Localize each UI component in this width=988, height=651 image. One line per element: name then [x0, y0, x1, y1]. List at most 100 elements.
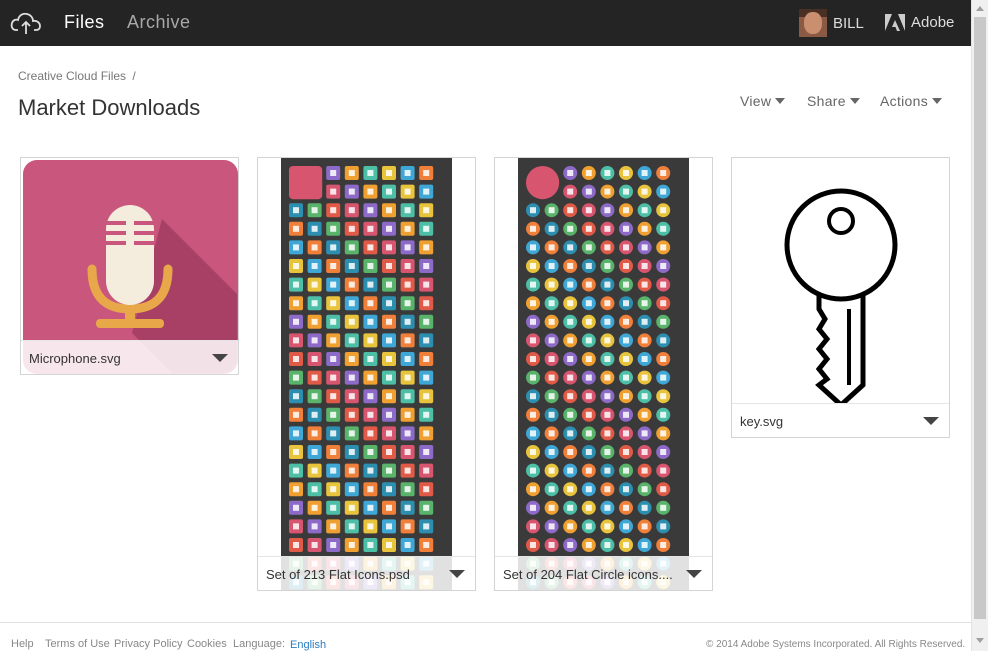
icon-glyph [623, 523, 629, 530]
icon-glyph [367, 542, 374, 548]
footer-link-privacy[interactable]: Privacy Policy [114, 638, 182, 650]
icon-glyph [348, 504, 355, 511]
icon-glyph [604, 504, 611, 511]
cloud-upload-icon[interactable] [10, 10, 42, 36]
icon-glyph [660, 411, 667, 418]
file-card-key[interactable]: key.svg [731, 157, 950, 438]
icon-glyph [330, 244, 337, 251]
footer-link-terms[interactable]: Terms of Use [45, 638, 110, 650]
file-name[interactable]: Microphone.svg [29, 351, 121, 366]
icon-glyph [330, 356, 337, 362]
icon-glyph [386, 523, 392, 530]
file-menu-caret-icon[interactable] [686, 570, 702, 578]
icon-glyph [604, 486, 611, 493]
icon-glyph [567, 523, 574, 530]
share-menu-button[interactable]: Share [807, 93, 860, 109]
icon-glyph [604, 225, 611, 232]
file-card-microphone[interactable]: Microphone.svg [20, 157, 239, 375]
icon-glyph [404, 449, 411, 455]
icon-glyph [404, 188, 411, 195]
icon-glyph [423, 300, 430, 307]
icon-glyph [293, 542, 299, 548]
file-menu-caret-icon[interactable] [449, 570, 465, 578]
icon-glyph [330, 263, 337, 269]
icon-glyph [660, 263, 667, 269]
file-menu-caret-icon[interactable] [923, 417, 939, 425]
icon-glyph [367, 486, 374, 493]
icon-glyph [530, 337, 536, 344]
file-name[interactable]: key.svg [740, 414, 783, 429]
file-card-flat-circle-icons[interactable]: Set of 204 Flat Circle icons.... [494, 157, 713, 591]
icon-glyph [660, 504, 667, 511]
file-menu-caret-icon[interactable] [212, 354, 228, 362]
icon-glyph [548, 467, 555, 474]
icon-glyph [623, 356, 629, 362]
card-footer: Set of 213 Flat Icons.psd [258, 556, 475, 590]
icon-glyph [641, 430, 648, 437]
icon-glyph [660, 486, 667, 493]
icon-glyph [660, 523, 667, 530]
icon-glyph [386, 337, 392, 344]
flat-circle-icons-preview [518, 158, 689, 590]
icon-glyph [330, 318, 337, 325]
icon-glyph [293, 504, 299, 511]
icon-glyph [404, 411, 411, 418]
icon-glyph [641, 523, 648, 530]
icon-glyph [623, 170, 629, 176]
avatar[interactable] [799, 9, 827, 37]
scroll-thumb[interactable] [974, 17, 986, 619]
icon-glyph [348, 411, 355, 418]
icon-glyph [604, 244, 611, 251]
icon-glyph [423, 337, 430, 344]
icon-glyph [530, 356, 536, 362]
icon-glyph [567, 449, 574, 455]
icon-glyph [585, 467, 592, 474]
adobe-link[interactable]: Adobe [911, 14, 954, 31]
icon-glyph [386, 207, 392, 214]
icon-glyph [585, 337, 592, 344]
icon-glyph [348, 300, 355, 307]
icon-glyph [623, 542, 629, 548]
icon-glyph [367, 411, 374, 418]
icon-glyph [641, 374, 648, 381]
icon-glyph [293, 244, 299, 251]
icon-glyph [604, 281, 611, 288]
scroll-up-arrow-icon[interactable] [976, 6, 984, 11]
icon-glyph [367, 374, 374, 381]
footer-link-cookies[interactable]: Cookies [187, 638, 227, 650]
icon-glyph [623, 393, 629, 400]
thumbs-up-icon [526, 166, 560, 200]
file-card-flat-icons[interactable]: Set of 213 Flat Icons.psd [257, 157, 476, 591]
icon-glyph [386, 542, 392, 548]
icon-glyph [311, 467, 318, 474]
icon-glyph [585, 393, 592, 400]
file-name[interactable]: Set of 213 Flat Icons.psd [266, 567, 410, 582]
scrollbar[interactable] [971, 0, 988, 651]
icon-glyph [641, 337, 648, 344]
view-menu-button[interactable]: View [740, 93, 786, 109]
footer-link-help[interactable]: Help [11, 638, 34, 650]
icon-glyph [548, 411, 555, 418]
tab-archive[interactable]: Archive [127, 12, 191, 33]
tab-files[interactable]: Files [64, 12, 105, 33]
icon-glyph [623, 504, 629, 511]
icon-glyph [386, 430, 392, 437]
file-name[interactable]: Set of 204 Flat Circle icons.... [503, 567, 673, 582]
icon-glyph [604, 393, 611, 400]
icon-glyph [311, 430, 318, 437]
icon-glyph [423, 207, 430, 214]
icon-glyph [330, 486, 337, 493]
scroll-down-arrow-icon[interactable] [976, 638, 984, 643]
icon-glyph [348, 430, 355, 437]
icon-glyph [311, 337, 318, 344]
language-selector[interactable]: English [290, 639, 326, 651]
icon-glyph [548, 337, 555, 344]
icon-glyph [423, 225, 430, 232]
icon-glyph [293, 281, 299, 288]
icon-glyph [585, 430, 592, 437]
user-name[interactable]: BILL [833, 15, 864, 32]
icon-glyph [604, 188, 611, 195]
actions-menu-button[interactable]: Actions [880, 93, 943, 109]
breadcrumb-root-link[interactable]: Creative Cloud Files [18, 69, 126, 83]
icon-glyph [660, 188, 667, 195]
